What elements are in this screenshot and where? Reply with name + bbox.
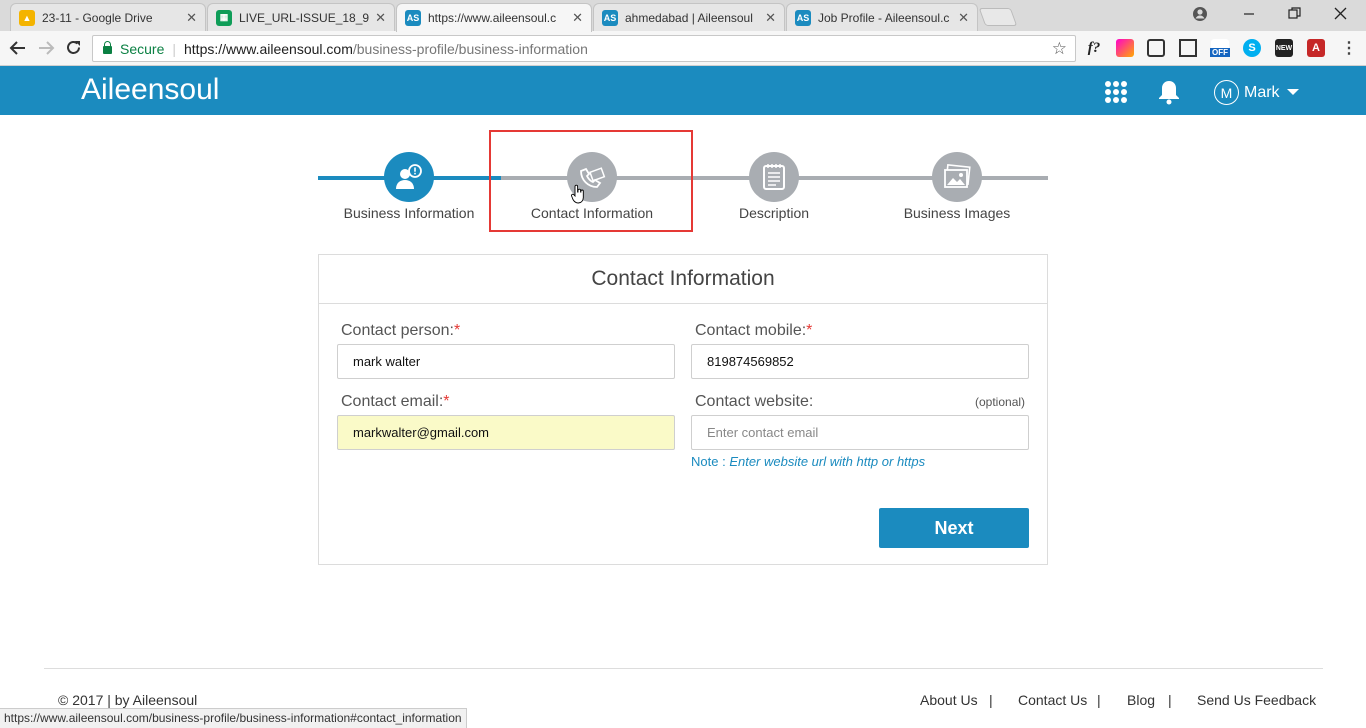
color-extension-icon[interactable] <box>1116 39 1134 57</box>
address-divider: | <box>172 40 176 57</box>
footer-divider <box>44 668 1323 669</box>
restore-icon[interactable] <box>1288 7 1301 20</box>
contact-mobile-input[interactable] <box>691 344 1029 379</box>
label-text: Contact mobile: <box>695 322 807 339</box>
close-tab-icon[interactable]: ✕ <box>765 10 776 26</box>
optional-label: (optional) <box>975 395 1026 409</box>
skype-icon[interactable]: S <box>1243 39 1261 57</box>
step-description-icon[interactable] <box>749 152 799 202</box>
site-logo[interactable]: Aileensoul <box>81 73 219 107</box>
required-mark: * <box>806 322 813 339</box>
tab-title: https://www.aileensoul.c <box>428 11 557 25</box>
footer-separator: | <box>1168 692 1172 708</box>
address-bar[interactable]: Secure | https://www.aileensoul.com /bus… <box>92 35 1076 62</box>
reload-icon[interactable] <box>65 39 82 56</box>
sheets-icon: ▦ <box>216 9 232 26</box>
contact-person-label: Contact person:* <box>341 322 460 340</box>
footer-link-contact-us[interactable]: Contact Us <box>1018 692 1087 708</box>
label-text: Contact person: <box>341 322 454 339</box>
glasses-extension-icon[interactable]: OFF <box>1210 39 1230 57</box>
close-window-icon[interactable] <box>1334 7 1347 20</box>
apps-grid-icon[interactable] <box>1105 81 1127 103</box>
tab-title: 23-11 - Google Drive <box>42 10 153 25</box>
close-tab-icon[interactable]: ✕ <box>958 10 969 26</box>
tab-title: LIVE_URL-ISSUE_18_9_20 <box>239 10 370 25</box>
browser-tab[interactable]: ▦ LIVE_URL-ISSUE_18_9_20 ✕ <box>207 3 395 31</box>
back-icon[interactable] <box>9 40 27 56</box>
contact-website-input[interactable] <box>691 415 1029 450</box>
url-host: https://www.aileensoul.com <box>184 40 353 57</box>
cast-icon[interactable] <box>1147 39 1165 57</box>
lock-icon <box>103 41 112 54</box>
tab-title: Job Profile - Aileensoul.c <box>818 10 950 25</box>
step-label-business-information[interactable]: Business Information <box>319 205 499 221</box>
footer-separator: | <box>1097 692 1101 708</box>
footer-link-send-us-feedback[interactable]: Send Us Feedback <box>1197 692 1316 708</box>
browser-toolbar: Secure | https://www.aileensoul.com /bus… <box>0 31 1366 66</box>
avatar[interactable]: M <box>1214 80 1239 105</box>
browser-tab-strip: ▲ 23-11 - Google Drive ✕ ▦ LIVE_URL-ISSU… <box>0 0 1366 32</box>
browser-tab-active[interactable]: AS https://www.aileensoul.c ✕ <box>396 3 592 32</box>
screenshot-icon[interactable] <box>1179 39 1197 57</box>
required-mark: * <box>443 393 450 410</box>
forward-icon[interactable] <box>37 40 55 56</box>
next-button[interactable]: Next <box>879 508 1029 548</box>
step-business-images-icon[interactable] <box>932 152 982 202</box>
bookmark-star-icon[interactable]: ☆ <box>1052 39 1067 59</box>
browser-tab[interactable]: AS Job Profile - Aileensoul.c ✕ <box>786 3 978 31</box>
close-tab-icon[interactable]: ✕ <box>375 10 386 26</box>
contact-person-input[interactable] <box>337 344 675 379</box>
profile-icon[interactable] <box>1192 6 1208 22</box>
footer-link-blog[interactable]: Blog <box>1127 692 1155 708</box>
tab-title: ahmedabad | Aileensoul <box>625 10 753 25</box>
contact-mobile-label: Contact mobile:* <box>695 322 812 340</box>
aileensoul-icon: AS <box>602 9 618 26</box>
menu-icon[interactable]: ⋮ <box>1340 39 1358 57</box>
off-badge: OFF <box>1210 48 1230 57</box>
contact-email-input[interactable] <box>337 415 675 450</box>
card-title: Contact Information <box>319 255 1047 304</box>
step-label-description[interactable]: Description <box>684 205 864 221</box>
google-drive-icon: ▲ <box>19 9 35 26</box>
user-name[interactable]: Mark <box>1244 84 1280 102</box>
contact-email-label: Contact email:* <box>341 393 450 411</box>
website-note: Note : Enter website url with http or ht… <box>691 454 925 469</box>
aileensoul-icon: AS <box>405 10 421 26</box>
news-extension-icon[interactable]: NEW <box>1275 39 1293 57</box>
notification-bell-icon[interactable] <box>1158 79 1180 105</box>
browser-tab[interactable]: ▲ 23-11 - Google Drive ✕ <box>10 3 206 31</box>
secure-label: Secure <box>120 40 165 57</box>
fquery-extension-icon[interactable]: f? <box>1085 39 1103 57</box>
chevron-down-icon[interactable] <box>1287 89 1299 95</box>
required-mark: * <box>453 322 461 339</box>
note-prefix: Note : <box>691 454 726 469</box>
step-business-information-icon[interactable] <box>384 152 434 202</box>
label-text: Contact email: <box>341 393 444 410</box>
footer-separator: | <box>989 692 993 708</box>
status-bar-url: https://www.aileensoul.com/business-prof… <box>0 708 467 728</box>
contact-website-label: Contact website: <box>695 393 814 410</box>
close-tab-icon[interactable]: ✕ <box>572 10 583 26</box>
copyright: © 2017 | by Aileensoul <box>58 692 198 708</box>
pdf-extension-icon[interactable]: A <box>1307 39 1325 57</box>
aileensoul-icon: AS <box>795 9 811 26</box>
step-label-business-images[interactable]: Business Images <box>867 205 1047 221</box>
footer-link-about-us[interactable]: About Us <box>920 692 978 708</box>
new-tab-button[interactable] <box>978 8 1018 26</box>
hand-cursor-icon <box>571 184 584 204</box>
minimize-icon[interactable] <box>1243 8 1255 20</box>
close-tab-icon[interactable]: ✕ <box>186 10 197 26</box>
url-path: /business-profile/business-information <box>352 40 588 57</box>
browser-tab[interactable]: AS ahmedabad | Aileensoul ✕ <box>593 3 785 31</box>
note-text: Enter website url with http or https <box>729 454 926 469</box>
highlight-box <box>489 130 693 232</box>
